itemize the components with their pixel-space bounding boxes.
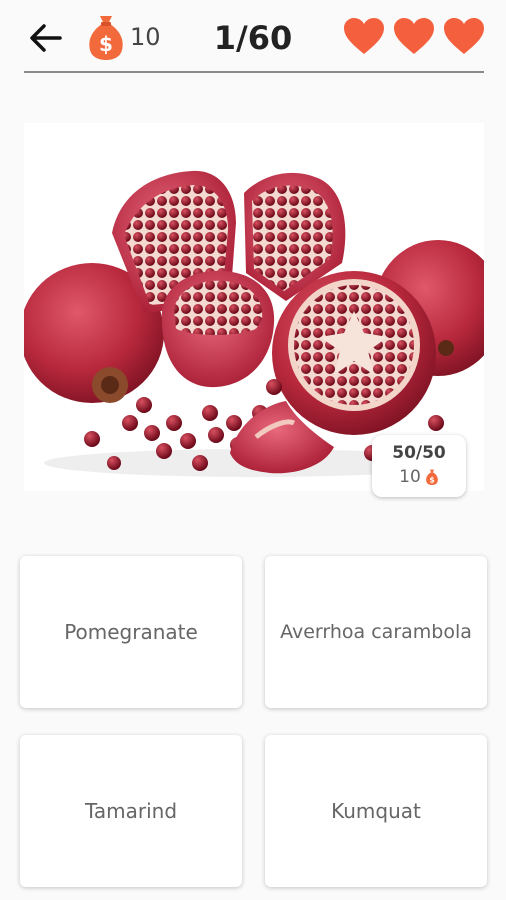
score-value: 50/50 [392, 443, 446, 463]
heart-icon [394, 18, 434, 54]
question-progress: 1/60 [213, 19, 293, 57]
coins-counter: $ 10 [86, 12, 161, 62]
answer-button-averrhoa-carambola[interactable]: Averrhoa carambola [265, 556, 487, 708]
coins-count: 10 [130, 23, 161, 51]
score-badge: 50/50 10 $ [372, 435, 466, 497]
answer-button-kumquat[interactable]: Kumquat [265, 735, 487, 887]
answer-button-tamarind[interactable]: Tamarind [20, 735, 242, 887]
heart-icon [444, 18, 484, 54]
top-bar: $ 10 1/60 [0, 0, 506, 73]
reward: 10 $ [372, 467, 466, 487]
money-bag-icon: $ [89, 16, 123, 60]
money-bag-icon: $ [425, 469, 438, 486]
svg-text:$: $ [99, 32, 113, 56]
answer-button-pomegranate[interactable]: Pomegranate [20, 556, 242, 708]
reward-value: 10 [399, 467, 421, 487]
back-arrow-icon[interactable] [26, 18, 66, 58]
heart-icon [344, 18, 384, 54]
header-divider [24, 71, 484, 73]
svg-text:$: $ [429, 475, 434, 484]
lives [342, 16, 486, 56]
